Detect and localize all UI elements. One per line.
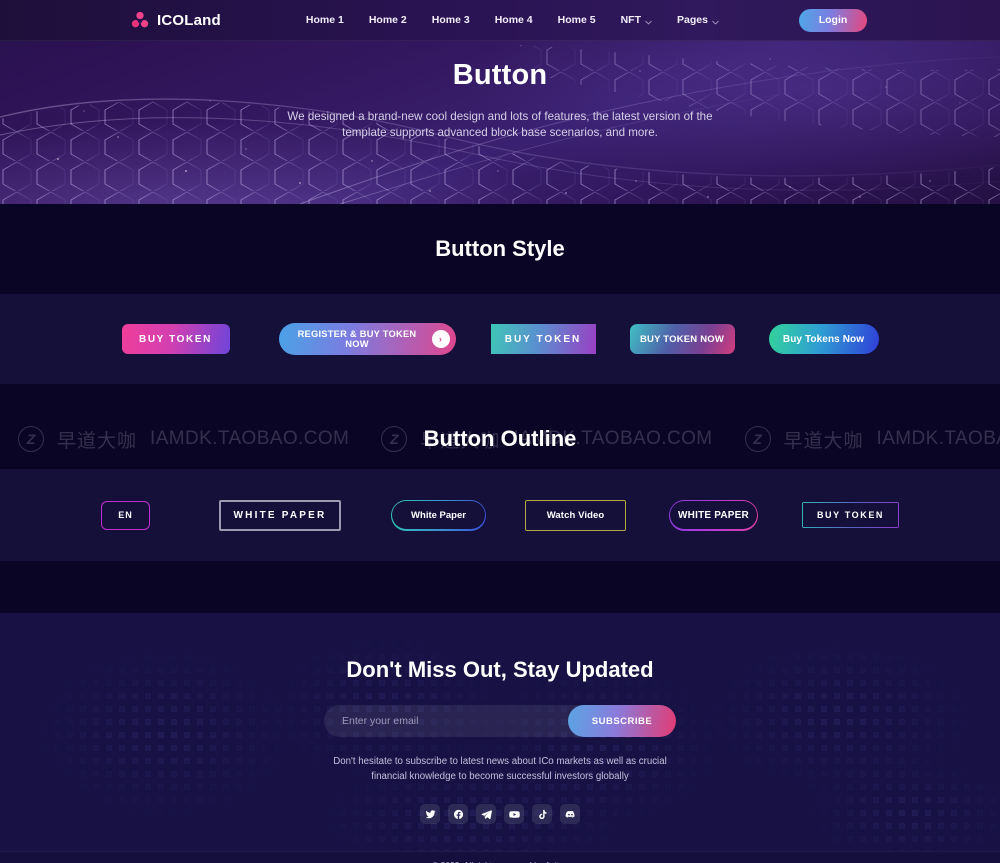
white-paper-outline-button-1[interactable]: WHITE PAPER [219,499,341,531]
nav-label: Home 3 [431,14,470,26]
white-paper-outline-label: White Paper [392,500,485,530]
social-links [0,804,1000,825]
nav-item-home-3[interactable]: Home 3 [432,14,470,26]
facebook-icon[interactable] [448,804,468,825]
chevron-down-icon [645,17,652,24]
site-header: ICOLand Home 1 Home 2 Home 3 Home 4 Home… [0,0,1000,41]
en-outline-button[interactable]: EN [101,500,150,530]
subscribe-button[interactable]: SUBSCRIBE [568,705,676,737]
tiktok-icon[interactable] [532,804,552,825]
white-paper-outline-button-2[interactable]: White Paper [391,499,486,531]
youtube-icon[interactable] [504,804,524,825]
button-style-heading: Button Style [435,236,565,261]
nav-label: Home 1 [305,14,344,26]
three-circle-cluster-icon [130,10,150,30]
page-root: ICOLand Home 1 Home 2 Home 3 Home 4 Home… [0,0,1000,863]
buy-token-button-1[interactable]: BUY TOKEN [121,324,230,354]
white-paper-outline-button-3[interactable]: WHITE PAPER [669,499,758,531]
footer-section: Don't Miss Out, Stay Updated SUBSCRIBE D… [0,613,1000,863]
button-outline-band: EN WHITE PAPER White Paper Watch Video W… [0,469,1000,561]
newsletter-title: Don't Miss Out, Stay Updated [346,657,654,682]
hero-section: Button We designed a brand-new cool desi… [0,41,1000,204]
nav-label: Home 5 [557,14,596,26]
spacer-band-1 [0,384,1000,409]
telegram-icon[interactable] [476,804,496,825]
email-input[interactable] [324,705,568,737]
nav-item-home-4[interactable]: Home 4 [495,14,533,26]
hero-subtitle: We designed a brand-new cool design and … [287,110,713,140]
filled-buttons-row: BUY TOKEN REGISTER & BUY TOKEN NOW › BUY… [0,323,1000,355]
button-style-heading-band: Button Style [0,204,1000,294]
arrow-right-icon: › [431,330,450,348]
nav-item-pages[interactable]: Pages [677,14,719,26]
login-button[interactable]: Login [799,8,867,32]
logo-text: ICOLand [157,11,221,29]
button-outline-heading: Button Outline [423,426,577,451]
discord-icon[interactable] [560,804,580,825]
newsletter-form: SUBSCRIBE [324,705,676,737]
white-paper-outline-label: WHITE PAPER [670,500,757,530]
watermark-band: Z 早道大咖 IAMDK.TAOBAO.COM Z 早道大咖 IAMDK.TAO… [0,409,1000,469]
buy-token-button-2[interactable]: BUY TOKEN [490,324,596,354]
twitter-icon[interactable] [420,804,440,825]
register-buy-token-now-button[interactable]: REGISTER & BUY TOKEN NOW › [278,323,456,355]
watch-video-outline-button[interactable]: Watch Video [525,499,626,531]
nav-item-home-5[interactable]: Home 5 [558,14,596,26]
nav-item-home-1[interactable]: Home 1 [306,14,344,26]
outline-buttons-row: EN WHITE PAPER White Paper Watch Video W… [0,499,1000,531]
buy-tokens-now-button[interactable]: Buy Tokens Now [768,324,879,354]
main-nav: Home 1 Home 2 Home 3 Home 4 Home 5 NFT P… [306,14,719,26]
buy-token-outline-label: BUY TOKEN [803,503,898,527]
logo[interactable]: ICOLand [130,10,221,30]
newsletter-note: Don't hesitate to subscribe to latest ne… [333,756,667,783]
register-buy-token-now-label: REGISTER & BUY TOKEN NOW [297,329,417,349]
nav-item-home-2[interactable]: Home 2 [369,14,407,26]
nav-label: Pages [677,14,708,26]
buy-token-now-button[interactable]: BUY TOKEN NOW [629,324,735,354]
page-title: Button [452,59,548,91]
nav-label: NFT [620,14,642,26]
buy-token-outline-button[interactable]: BUY TOKEN [802,502,899,528]
chevron-down-icon [712,17,719,24]
nav-label: Home 2 [368,14,407,26]
nav-label: Home 4 [494,14,533,26]
spacer-band-2 [0,561,1000,613]
copyright-text: © 2022. All rights reserved by Avitex [0,851,1000,863]
button-style-band: BUY TOKEN REGISTER & BUY TOKEN NOW › BUY… [0,294,1000,384]
nav-item-nft[interactable]: NFT [621,14,652,26]
